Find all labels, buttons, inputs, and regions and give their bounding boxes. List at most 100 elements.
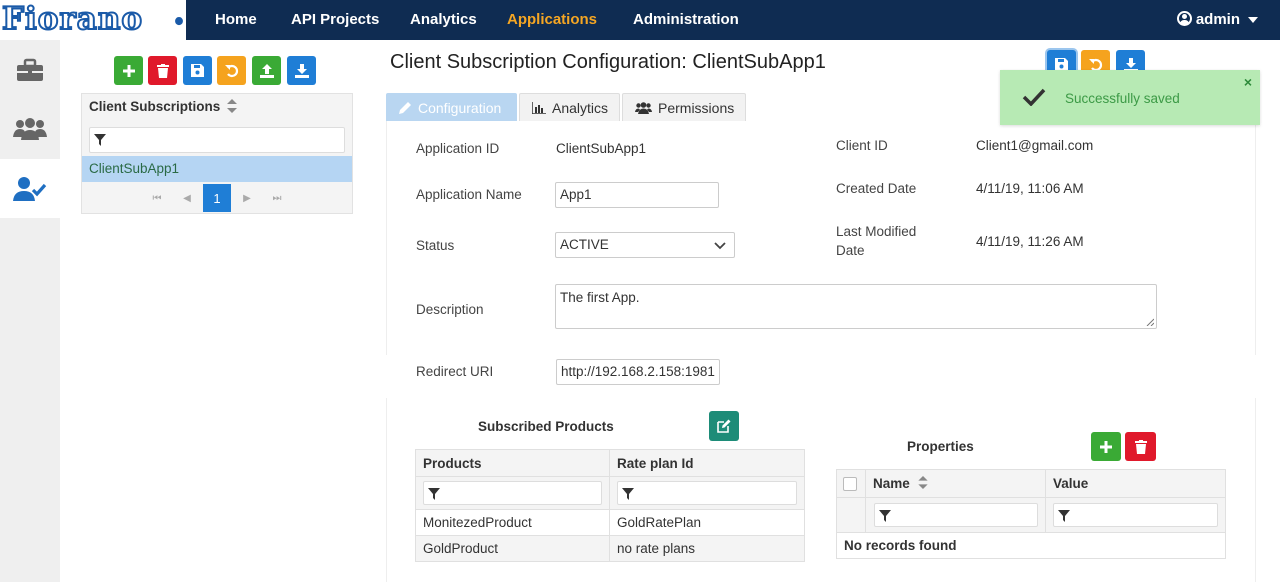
user-menu[interactable]: admin [1176, 0, 1258, 40]
filter-icon [622, 488, 634, 500]
caret-down-icon [1248, 17, 1258, 24]
subscription-filter-input[interactable] [89, 127, 345, 153]
status-select[interactable]: ACTIVE [555, 232, 735, 258]
pencil-icon [399, 101, 412, 114]
tab-configuration[interactable]: Configuration [386, 93, 517, 121]
tab-analytics[interactable]: Analytics [519, 93, 620, 121]
status-label: Status [416, 238, 455, 253]
tab-label: Permissions [658, 99, 735, 116]
rail-item-users[interactable] [0, 99, 60, 158]
column-header-products[interactable]: Products [415, 449, 610, 477]
top-navbar: Fiorano ® Home API Projects Analytics Ap… [0, 0, 1280, 40]
column-header-name[interactable]: Name [865, 469, 1046, 498]
application-id-value: ClientSubApp1 [556, 141, 647, 156]
column-header-name-label: Name [873, 476, 910, 491]
empty-message: No records found [836, 532, 1226, 559]
download-subscription-button[interactable] [287, 56, 316, 85]
edit-icon [717, 419, 731, 433]
subscribed-products-table: Products Rate plan Id MonitezedProduct G… [415, 449, 805, 562]
subscriptions-pager: ⏮ ◀ 1 ▶ ⏭ [82, 182, 352, 213]
properties-table: Name Value No records found [836, 469, 1226, 559]
application-name-input[interactable]: App1 [555, 182, 719, 208]
name-filter-input[interactable] [874, 503, 1038, 527]
table-cell: no rate plans [609, 535, 805, 562]
delete-property-button[interactable] [1125, 432, 1156, 461]
filter-icon [1058, 510, 1070, 522]
delete-subscription-button[interactable] [148, 56, 177, 85]
redirect-uri-label: Redirect URI [416, 364, 494, 379]
edit-products-button[interactable] [709, 411, 739, 441]
success-toast: Successfully saved × [1000, 70, 1260, 125]
users-icon [635, 101, 652, 114]
table-cell: GoldRatePlan [609, 509, 805, 536]
rail-item-user-check[interactable] [0, 159, 60, 218]
client-id-label: Client ID [836, 138, 888, 153]
select-all-checkbox[interactable] [843, 477, 857, 492]
add-subscription-button[interactable] [114, 56, 143, 85]
last-modified-label-line2: Date [836, 243, 865, 258]
table-row[interactable]: MonitezedProduct GoldRatePlan [415, 509, 805, 536]
trash-icon [1134, 439, 1147, 454]
nav-api-projects[interactable]: API Projects [291, 0, 379, 40]
prev-page-icon[interactable]: ◀ [173, 184, 201, 212]
add-property-button[interactable] [1091, 432, 1121, 461]
registered-mark: ® [174, 15, 184, 27]
value-filter-input[interactable] [1053, 503, 1218, 527]
subscribed-products-title: Subscribed Products [478, 419, 614, 434]
close-icon[interactable]: × [1244, 74, 1252, 90]
filter-icon [428, 488, 440, 500]
properties-title: Properties [907, 439, 974, 454]
last-modified-value: 4/11/19, 11:26 AM [976, 234, 1084, 249]
table-cell: GoldProduct [415, 535, 610, 562]
left-rail [0, 40, 60, 582]
plus-icon [122, 64, 135, 77]
download-icon [294, 63, 309, 78]
nav-analytics[interactable]: Analytics [410, 0, 477, 40]
upload-subscription-button[interactable] [252, 56, 281, 85]
table-row[interactable]: GoldProduct no rate plans [415, 535, 805, 562]
users-icon [13, 117, 47, 140]
description-textarea[interactable]: The first App. [555, 284, 1157, 329]
fiorano-logo[interactable]: Fiorano ® [0, 0, 186, 40]
products-filter-input[interactable] [423, 481, 602, 505]
trash-icon [156, 63, 169, 78]
tab-label: Configuration [418, 99, 502, 116]
page-number-button[interactable]: 1 [203, 184, 231, 212]
application-id-label: Application ID [416, 141, 500, 156]
client-subscriptions-header[interactable]: Client Subscriptions [89, 99, 220, 114]
tab-permissions[interactable]: Permissions [622, 93, 746, 121]
column-header-rate-plan[interactable]: Rate plan Id [609, 449, 805, 477]
application-name-label: Application Name [416, 187, 522, 202]
last-modified-label: Last Modified [836, 224, 917, 239]
toast-message: Successfully saved [1065, 91, 1180, 106]
chevron-down-icon [714, 242, 726, 250]
table-cell: MonitezedProduct [415, 509, 610, 536]
undo-icon [224, 64, 238, 77]
resize-handle-icon[interactable] [1146, 318, 1154, 326]
first-page-icon[interactable]: ⏮ [143, 184, 171, 212]
save-subscription-button[interactable] [183, 56, 212, 85]
check-icon [1022, 88, 1046, 106]
nav-administration[interactable]: Administration [633, 0, 739, 40]
client-subscriptions-panel: Client Subscriptions ClientSubApp1 ⏮ ◀ 1… [81, 93, 353, 214]
filter-icon [94, 134, 106, 146]
logo-text: Fiorano [1, 1, 144, 37]
save-icon [191, 64, 204, 77]
redirect-uri-input[interactable]: http://192.168.2.158:1981 [556, 359, 720, 385]
next-page-icon[interactable]: ▶ [233, 184, 261, 212]
nav-home[interactable]: Home [215, 0, 257, 40]
user-circle-icon [1176, 11, 1192, 26]
sort-icon [918, 476, 928, 489]
filter-icon [879, 510, 891, 522]
list-item[interactable]: ClientSubApp1 [82, 156, 352, 182]
column-header-value[interactable]: Value [1045, 469, 1226, 498]
page-title: Client Subscription Configuration: Clien… [390, 51, 826, 73]
upload-icon [259, 63, 274, 78]
nav-applications[interactable]: Applications [507, 0, 597, 40]
last-page-icon[interactable]: ⏭ [263, 184, 291, 212]
rate-plan-filter-input[interactable] [617, 481, 797, 505]
undo-subscription-button[interactable] [217, 56, 246, 85]
briefcase-icon [17, 58, 43, 81]
sort-icon[interactable] [227, 99, 237, 113]
rail-item-briefcase[interactable] [0, 40, 60, 99]
